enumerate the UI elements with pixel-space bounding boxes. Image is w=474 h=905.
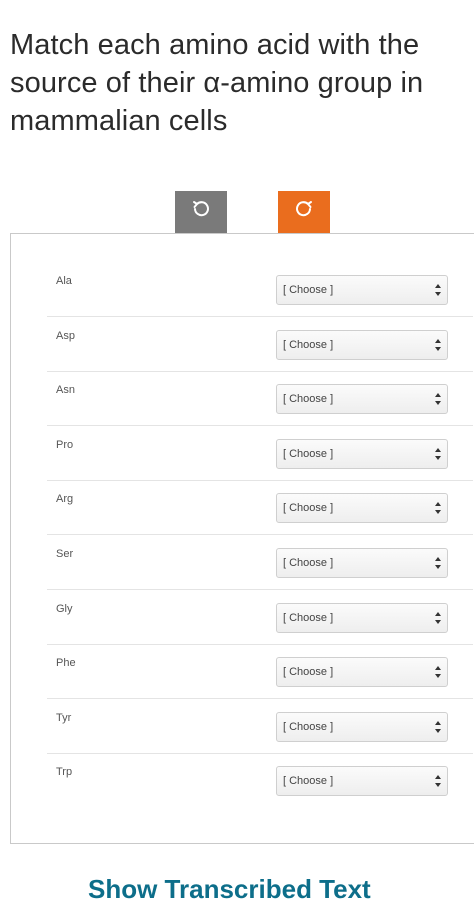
undo-button[interactable] (175, 191, 227, 233)
matching-row-arg: Arg [ Choose ] (47, 481, 473, 535)
amino-acid-label: Gly (56, 603, 73, 615)
select-arrows-icon (435, 393, 441, 405)
redo-button[interactable] (278, 191, 330, 233)
select-arrows-icon (435, 666, 441, 678)
select-value: [ Choose ] (283, 666, 334, 678)
select-arrows-icon (435, 775, 441, 787)
select-value: [ Choose ] (283, 775, 334, 787)
select-value: [ Choose ] (283, 448, 334, 460)
matching-row-ser: Ser [ Choose ] (47, 536, 473, 590)
amino-acid-label: Ser (56, 548, 74, 560)
matching-row-tyr: Tyr [ Choose ] (47, 700, 473, 754)
select-arrows-icon (435, 339, 441, 351)
select-value: [ Choose ] (283, 612, 334, 624)
answer-select[interactable]: [ Choose ] (276, 330, 448, 360)
amino-acid-label: Phe (56, 657, 76, 669)
answer-select[interactable]: [ Choose ] (276, 275, 448, 305)
matching-panel: Ala [ Choose ] Asp [ Choose ] Asn [ Choo… (10, 233, 474, 844)
answer-select[interactable]: [ Choose ] (276, 384, 448, 414)
show-transcribed-text-label: Show Transcribed Text (88, 874, 371, 904)
answer-select[interactable]: [ Choose ] (276, 439, 448, 469)
select-value: [ Choose ] (283, 721, 334, 733)
redo-icon (294, 199, 314, 225)
answer-select[interactable]: [ Choose ] (276, 657, 448, 687)
select-value: [ Choose ] (283, 502, 334, 514)
select-arrows-icon (435, 557, 441, 569)
undo-icon (191, 199, 211, 225)
matching-row-asp: Asp [ Choose ] (47, 318, 473, 372)
amino-acid-label: Asn (56, 384, 75, 396)
answer-select[interactable]: [ Choose ] (276, 766, 448, 796)
amino-acid-label: Trp (56, 766, 73, 778)
answer-select[interactable]: [ Choose ] (276, 493, 448, 523)
show-transcribed-text-link[interactable]: Show Transcribed Text (52, 874, 371, 905)
amino-acid-label: Asp (56, 330, 75, 342)
matching-row-phe: Phe [ Choose ] (47, 645, 473, 699)
select-arrows-icon (435, 612, 441, 624)
amino-acid-label: Tyr (56, 712, 72, 724)
select-arrows-icon (435, 502, 441, 514)
question-title: Match each amino acid with the source of… (10, 29, 424, 137)
select-value: [ Choose ] (283, 393, 334, 405)
amino-acid-label: Pro (56, 439, 74, 451)
amino-acid-label: Ala (56, 275, 72, 287)
amino-acid-label: Arg (56, 493, 74, 505)
matching-row-pro: Pro [ Choose ] (47, 427, 473, 481)
matching-row-ala: Ala [ Choose ] (47, 263, 473, 317)
select-arrows-icon (435, 284, 441, 296)
answer-select[interactable]: [ Choose ] (276, 548, 448, 578)
answer-select[interactable]: [ Choose ] (276, 603, 448, 633)
matching-row-asn: Asn [ Choose ] (47, 372, 473, 426)
select-arrows-icon (435, 721, 441, 733)
select-value: [ Choose ] (283, 557, 334, 569)
select-value: [ Choose ] (283, 284, 334, 296)
matching-row-gly: Gly [ Choose ] (47, 591, 473, 645)
matching-row-trp: Trp [ Choose ] (47, 754, 473, 808)
select-value: [ Choose ] (283, 339, 334, 351)
select-arrows-icon (435, 448, 441, 460)
answer-select[interactable]: [ Choose ] (276, 712, 448, 742)
